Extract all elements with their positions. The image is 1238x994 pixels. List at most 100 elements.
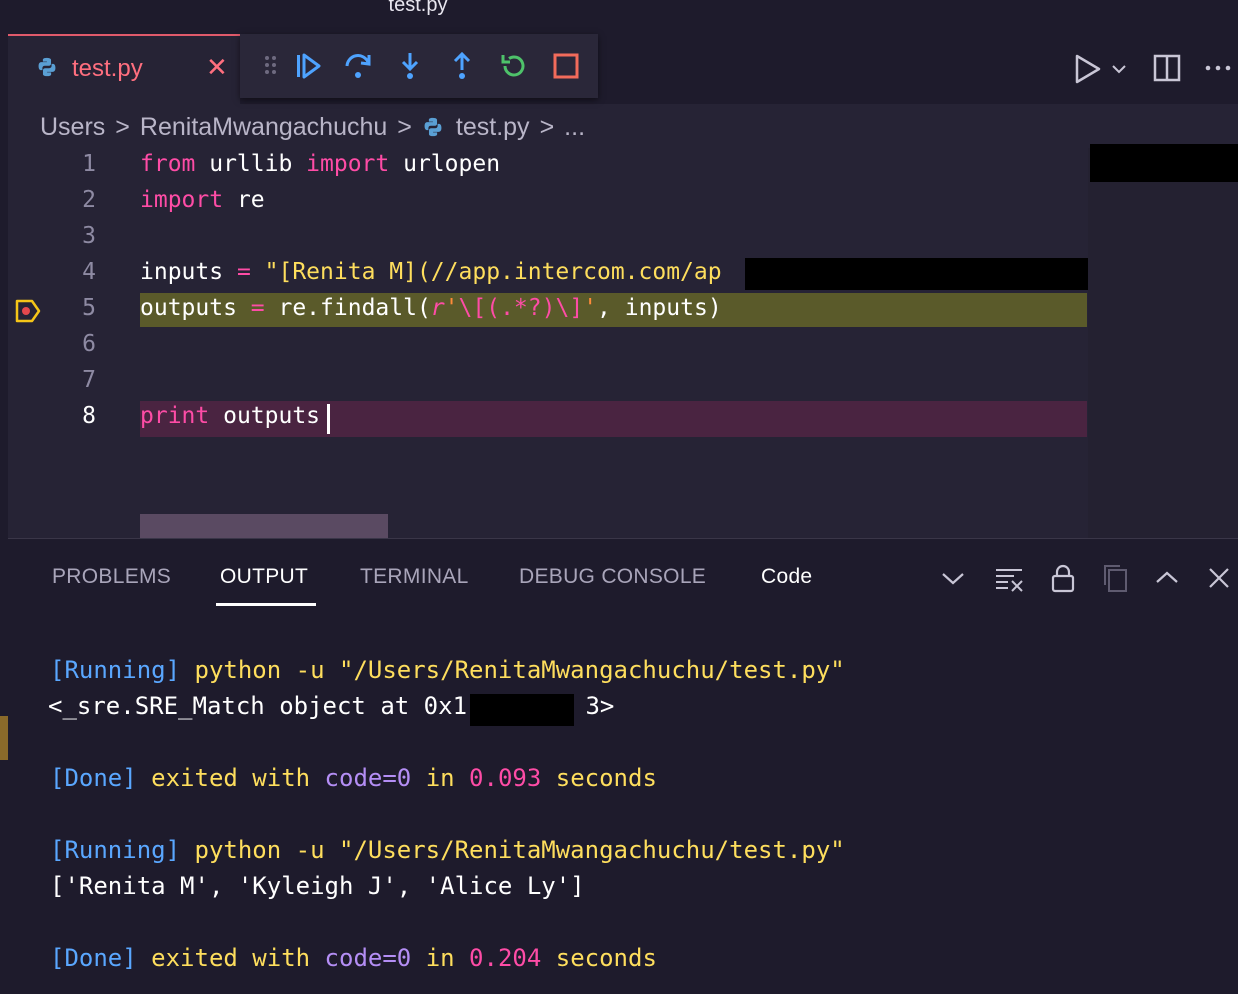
- code-token: from: [140, 151, 196, 177]
- close-icon[interactable]: [1204, 563, 1234, 593]
- tab-debug-console[interactable]: DEBUG CONSOLE: [519, 565, 706, 589]
- breadcrumb-item-user-folder[interactable]: RenitaMwangachuchu: [140, 113, 387, 142]
- code-line-5: outputs = re.findall(r'\[(.*?)\]', input…: [140, 295, 722, 321]
- breadcrumb-separator: >: [115, 112, 130, 141]
- output-line: [Running] python -u "/Users/RenitaMwanga…: [50, 836, 845, 864]
- code-token: ': [583, 295, 598, 321]
- more-icon[interactable]: [1204, 58, 1234, 78]
- output-token: python -u "/Users/RenitaMwangachuchu/tes…: [180, 836, 845, 864]
- output-token: exited with: [136, 764, 325, 792]
- output-line: [Running] python -u "/Users/RenitaMwanga…: [50, 656, 845, 684]
- line-number: 6: [82, 331, 96, 357]
- output-token: [Done]: [50, 764, 137, 792]
- output-token: [Running]: [50, 836, 181, 864]
- code-token: "[Renita M](//app.intercom.com/ap: [250, 259, 722, 285]
- minimap[interactable]: [1088, 148, 1238, 538]
- output-token: code=0: [324, 764, 412, 792]
- code-token: re.findall(: [264, 295, 431, 321]
- breadcrumb-separator: >: [539, 112, 555, 141]
- code-line-4: inputs = "[Renita M](//app.intercom.com/…: [140, 259, 722, 285]
- code-token: urllib: [195, 151, 307, 177]
- python-file-icon: [424, 117, 442, 137]
- code-token: outputs: [209, 403, 321, 429]
- code-token: ': [444, 295, 459, 321]
- code-token: urlopen: [389, 151, 501, 177]
- tab-terminal[interactable]: TERMINAL: [360, 565, 469, 589]
- grip-icon[interactable]: [256, 50, 288, 82]
- split-editor-icon[interactable]: [1152, 52, 1182, 84]
- code-line-1: from urllib import urlopen: [140, 151, 500, 177]
- step-over-icon[interactable]: [342, 50, 374, 82]
- scroll-marker: [0, 716, 8, 760]
- code-line-2: import re: [140, 187, 265, 213]
- output-token: code=0: [324, 944, 412, 972]
- tab-test-py[interactable]: test.py ✕: [8, 34, 240, 104]
- code-token: =: [236, 259, 251, 285]
- code-token: , inputs): [597, 295, 722, 321]
- output-token: 3>: [585, 692, 615, 720]
- breadcrumb-item-file[interactable]: test.py: [456, 113, 530, 142]
- tab-label: test.py: [72, 55, 143, 82]
- output-line: [Done] exited with code=0 in 0.204 secon…: [50, 944, 657, 972]
- code-token: outputs: [140, 295, 251, 321]
- code-token: \[: [458, 295, 487, 321]
- restart-icon[interactable]: [498, 50, 530, 82]
- chevron-down-icon[interactable]: [938, 563, 968, 593]
- output-token: [Running]: [50, 656, 181, 684]
- redaction-block: [1090, 144, 1238, 182]
- line-number: 8: [82, 403, 96, 429]
- redaction-block: [745, 258, 1088, 290]
- output-token: 0.204: [469, 944, 542, 972]
- continue-icon[interactable]: [292, 50, 324, 82]
- step-out-icon[interactable]: [446, 50, 478, 82]
- output-token: seconds: [541, 764, 657, 792]
- active-tab-indicator: [216, 603, 316, 606]
- lock-icon[interactable]: [1048, 563, 1078, 593]
- tab-output[interactable]: OUTPUT: [220, 565, 308, 589]
- horizontal-scrollbar[interactable]: [140, 514, 388, 538]
- chevron-down-icon[interactable]: [1110, 60, 1128, 78]
- line-number: 4: [82, 259, 96, 285]
- window-title: test.py: [388, 0, 448, 16]
- code-token: import: [306, 151, 390, 177]
- output-channel-select[interactable]: Code: [761, 565, 812, 589]
- debug-toolbar: [240, 34, 598, 98]
- breakpoint-arrow-icon[interactable]: [14, 298, 42, 324]
- line-number: 2: [82, 187, 96, 213]
- line-number: 7: [82, 367, 96, 393]
- code-token: inputs: [140, 259, 237, 285]
- chevron-up-icon[interactable]: [1152, 563, 1182, 593]
- text-cursor: [327, 404, 330, 434]
- tab-problems[interactable]: PROBLEMS: [52, 565, 171, 589]
- output-token: in: [411, 944, 470, 972]
- stop-icon[interactable]: [550, 50, 582, 82]
- clear-output-icon[interactable]: [994, 563, 1024, 593]
- breadcrumb-item-users[interactable]: Users: [40, 113, 105, 142]
- copy-icon[interactable]: [1100, 563, 1130, 593]
- code-token: import: [140, 187, 224, 213]
- code-line-8: print outputs: [140, 403, 320, 429]
- output-line: ['Renita M', 'Kyleigh J', 'Alice Ly']: [50, 872, 585, 900]
- code-token: =: [250, 295, 265, 321]
- breadcrumb-separator: >: [397, 112, 412, 141]
- activity-edge: [0, 104, 8, 994]
- code-token: print: [140, 403, 210, 429]
- code-editor[interactable]: 1 2 3 4 5 6 7 8 from urllib import urlop…: [8, 148, 1088, 538]
- output-token: exited with: [136, 944, 325, 972]
- code-token: \]: [555, 295, 584, 321]
- output-token: python -u "/Users/RenitaMwangachuchu/tes…: [180, 656, 845, 684]
- close-icon[interactable]: ✕: [206, 54, 228, 80]
- code-token: r: [430, 295, 445, 321]
- line-number: 3: [82, 223, 96, 249]
- line-number: 1: [82, 151, 96, 177]
- code-token: re: [223, 187, 265, 213]
- output-token: seconds: [541, 944, 657, 972]
- step-into-icon[interactable]: [394, 50, 426, 82]
- output-token: in: [411, 764, 470, 792]
- breadcrumb-item-symbol[interactable]: ...: [564, 113, 585, 142]
- python-file-icon: [38, 57, 56, 77]
- output-line: [Done] exited with code=0 in 0.093 secon…: [50, 764, 657, 792]
- redaction-block: [470, 694, 574, 726]
- run-icon[interactable]: [1070, 52, 1104, 86]
- breadcrumb: Users > RenitaMwangachuchu > test.py > .…: [40, 110, 585, 144]
